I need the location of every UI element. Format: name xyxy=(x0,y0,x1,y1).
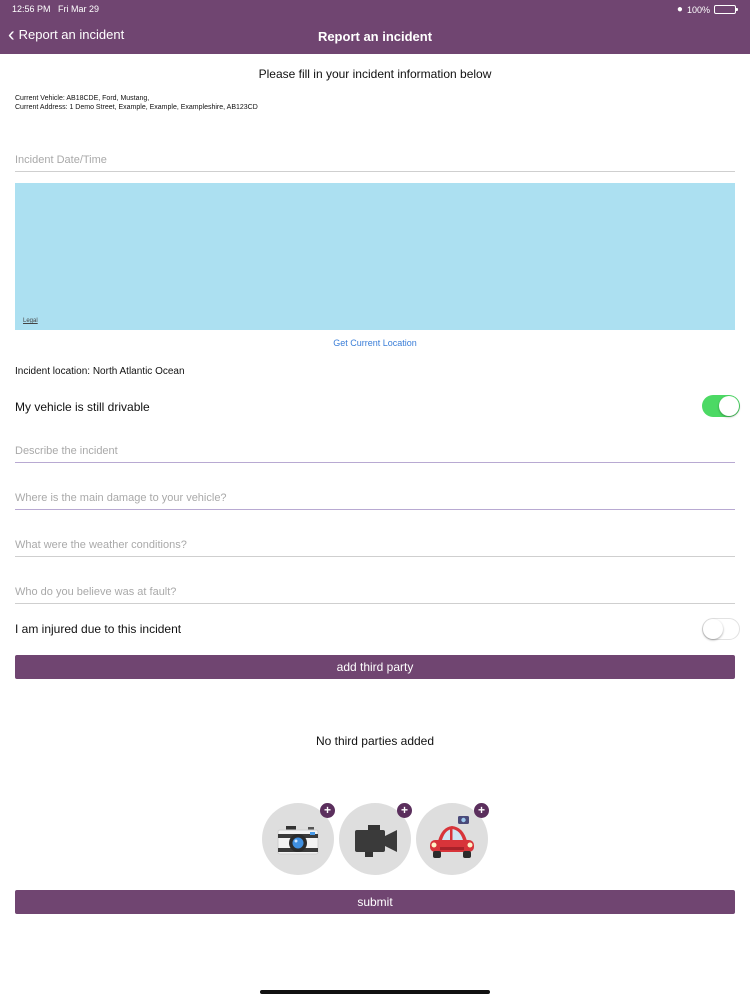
add-vehicle-photo-button[interactable]: + xyxy=(416,803,489,875)
add-video-button[interactable]: + xyxy=(339,803,412,875)
no-third-parties-text: No third parties added xyxy=(315,734,435,748)
injured-label: I am injured due to this incident xyxy=(15,622,182,636)
add-video-plus-icon: + xyxy=(397,803,412,818)
weather-conditions-input[interactable] xyxy=(15,535,735,551)
weather-conditions-field[interactable] xyxy=(15,535,735,557)
wifi-icon: ● xyxy=(676,4,683,15)
incident-date-time-input[interactable] xyxy=(15,150,735,166)
add-third-party-button[interactable]: add third party xyxy=(15,655,735,679)
status-indicators: ● 100% xyxy=(676,4,738,15)
toggle-knob xyxy=(719,396,739,416)
add-vehicle-photo-plus-icon: + xyxy=(474,803,489,818)
fault-input[interactable] xyxy=(15,582,735,598)
location-map[interactable]: Legal xyxy=(15,183,735,330)
describe-incident-input[interactable] xyxy=(15,441,735,457)
fault-field[interactable] xyxy=(15,582,735,604)
toggle-knob xyxy=(703,619,723,639)
add-photo-plus-icon: + xyxy=(320,803,335,818)
status-time-date: 12:56 PM Fri Mar 29 xyxy=(12,4,99,14)
incident-date-time-field[interactable] xyxy=(15,150,735,172)
submit-button[interactable]: submit xyxy=(15,890,735,914)
describe-incident-field[interactable] xyxy=(15,441,735,463)
get-current-location-link[interactable]: Get Current Location xyxy=(0,338,750,348)
drivable-toggle[interactable] xyxy=(702,395,740,417)
navigation-bar: 12:56 PM Fri Mar 29 ● 100% ‹ Report an i… xyxy=(0,0,750,54)
battery-percent: 100% xyxy=(686,4,710,15)
injured-toggle[interactable] xyxy=(702,618,740,640)
map-legal-link[interactable]: Legal xyxy=(23,318,38,324)
page-title: Report an incident xyxy=(317,29,433,44)
status-date: Fri Mar 29 xyxy=(58,4,100,14)
status-time: 12:56 PM xyxy=(12,4,51,14)
main-damage-input[interactable] xyxy=(15,488,735,504)
drivable-label: My vehicle is still drivable xyxy=(15,400,150,414)
add-photo-button[interactable]: + xyxy=(262,803,335,875)
intro-text: Please fill in your incident information… xyxy=(258,67,492,81)
current-address: Current Address: 1 Demo Street, Example,… xyxy=(15,104,258,111)
home-indicator[interactable] xyxy=(260,990,490,994)
main-damage-field[interactable] xyxy=(15,488,735,510)
vehicle-info: Current Vehicle: AB18CDE, Ford, Mustang,… xyxy=(15,94,258,112)
current-vehicle: Current Vehicle: AB18CDE, Ford, Mustang, xyxy=(15,95,150,102)
battery-icon xyxy=(714,5,738,14)
incident-location-text: Incident location: North Atlantic Ocean xyxy=(15,366,185,377)
